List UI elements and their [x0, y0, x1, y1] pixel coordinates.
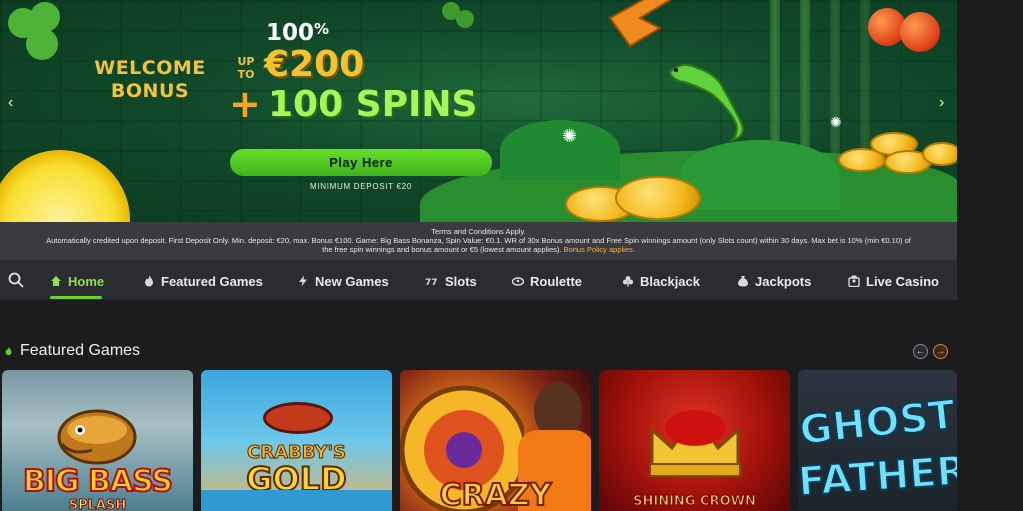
bonus-policy-link[interactable]: Bonus Policy applies. — [564, 245, 635, 254]
nav-item-label: Featured Games — [161, 273, 263, 289]
gold-coin-decoration — [615, 176, 701, 220]
roulette-icon — [512, 277, 524, 286]
terms-heading: Terms and Conditions Apply. — [431, 227, 526, 236]
bush-decoration — [680, 140, 840, 210]
bonus-percent-value: 100 — [266, 20, 315, 46]
sparkle-icon: ✺ — [830, 114, 842, 130]
play-here-button[interactable]: Play Here — [230, 149, 492, 176]
game-title-line: FATHER — [798, 447, 957, 507]
lizard-decoration — [668, 63, 744, 142]
featured-prev-button[interactable]: ← — [913, 344, 928, 359]
home-icon — [51, 276, 61, 286]
money-bag-icon — [738, 276, 748, 287]
featured-games-heading: Featured Games — [4, 342, 140, 360]
flame-icon — [145, 275, 153, 287]
section-title: Featured Games — [20, 342, 141, 359]
nav-item-label: Blackjack — [640, 273, 700, 289]
flame-icon — [5, 346, 12, 356]
svg-text:77: 77 — [425, 278, 438, 287]
up-to-line: TO — [237, 68, 255, 81]
nav-item-label: Roulette — [530, 273, 582, 289]
bonus-percent-symbol: % — [314, 20, 330, 38]
free-spins-label: 100 SPINS — [268, 84, 478, 125]
nav-item-jackpots[interactable]: Jackpots — [737, 272, 811, 290]
club-icon — [622, 276, 634, 287]
nav-item-blackjack[interactable]: Blackjack — [622, 272, 700, 290]
bonus-percent: 100% — [266, 20, 329, 46]
game-card-crazy-time[interactable]: CRAZY — [400, 370, 591, 511]
bush-decoration — [500, 120, 620, 180]
nav-item-roulette[interactable]: Roulette — [512, 272, 582, 290]
category-nav: Home Featured Games New Games 77 Slots R… — [0, 260, 957, 300]
game-title-line: SHINING CROWN — [633, 494, 757, 510]
up-to-label: UP TO — [233, 55, 259, 81]
nav-item-home[interactable]: Home — [50, 272, 104, 290]
lightning-icon — [299, 275, 307, 287]
terms-body-line2: the free spin winnings and bonus amount … — [0, 245, 957, 254]
featured-next-button[interactable]: → — [933, 344, 948, 359]
sea-decoration — [201, 490, 392, 511]
live-dealer-icon — [848, 275, 860, 287]
nav-item-slots[interactable]: 77 Slots — [425, 272, 477, 290]
hero-next-arrow[interactable]: › — [939, 95, 944, 111]
terms-bar: Terms and Conditions Apply. Automaticall… — [0, 222, 957, 260]
slots-777-icon: 77 — [425, 278, 438, 287]
bonus-line: BONUS — [110, 80, 190, 102]
game-title-line: CRAZY — [439, 477, 553, 511]
nav-item-label: Home — [68, 273, 105, 289]
plus-sign: + — [229, 82, 261, 126]
clover-leaf-decoration — [456, 10, 474, 28]
search-icon[interactable] — [8, 272, 24, 288]
cherry-decoration — [900, 12, 940, 52]
welcome-bonus-label: WELCOME BONUS — [92, 57, 208, 103]
nav-item-label: New Games — [315, 273, 389, 289]
nav-item-featured-games[interactable]: Featured Games — [143, 272, 263, 290]
terms-body-tail: the free spin winnings and bonus amount … — [322, 245, 562, 254]
bonus-amount: €200 — [264, 44, 365, 85]
game-title-line: SPLASH — [68, 498, 127, 511]
fish-illustration — [57, 409, 137, 465]
hero-banner: ✺ ✺ ‹ › WELCOME BONUS 100% UP TO €200 + … — [0, 0, 957, 222]
sparkle-icon: ✺ — [562, 126, 578, 146]
nav-item-live-casino[interactable]: Live Casino — [848, 272, 939, 290]
clover-leaf-decoration — [26, 28, 58, 60]
game-card-crabbys-gold[interactable]: CRABBY'S GOLD — [201, 370, 392, 511]
nav-item-new-games[interactable]: New Games — [297, 272, 389, 290]
nav-item-label: Slots — [445, 273, 477, 289]
up-to-line: UP — [237, 55, 255, 68]
crab-illustration — [263, 402, 333, 434]
active-tab-indicator — [50, 296, 102, 299]
terms-body: Automatically credited upon deposit. Fir… — [46, 236, 911, 245]
game-title-line: GHOST — [798, 391, 957, 455]
gold-coin-decoration — [922, 142, 957, 166]
minimum-deposit-note: MINIMUM DEPOSIT €20 — [309, 182, 413, 191]
arrow-decoration — [608, 0, 672, 48]
nav-item-label: Live Casino — [866, 273, 939, 289]
welcome-line: WELCOME — [94, 57, 206, 79]
nav-item-label: Jackpots — [755, 273, 812, 289]
hero-prev-arrow[interactable]: ‹ — [8, 95, 13, 111]
game-card-big-bass-splash[interactable]: BIG BASS SPLASH — [2, 370, 193, 511]
game-card-ghost-father[interactable]: GHOST FATHER — [798, 370, 957, 511]
game-title-line: BIG BASS — [22, 463, 174, 500]
crown-illustration — [649, 410, 741, 477]
game-card-shining-crown[interactable]: SHINING CROWN — [599, 370, 790, 511]
